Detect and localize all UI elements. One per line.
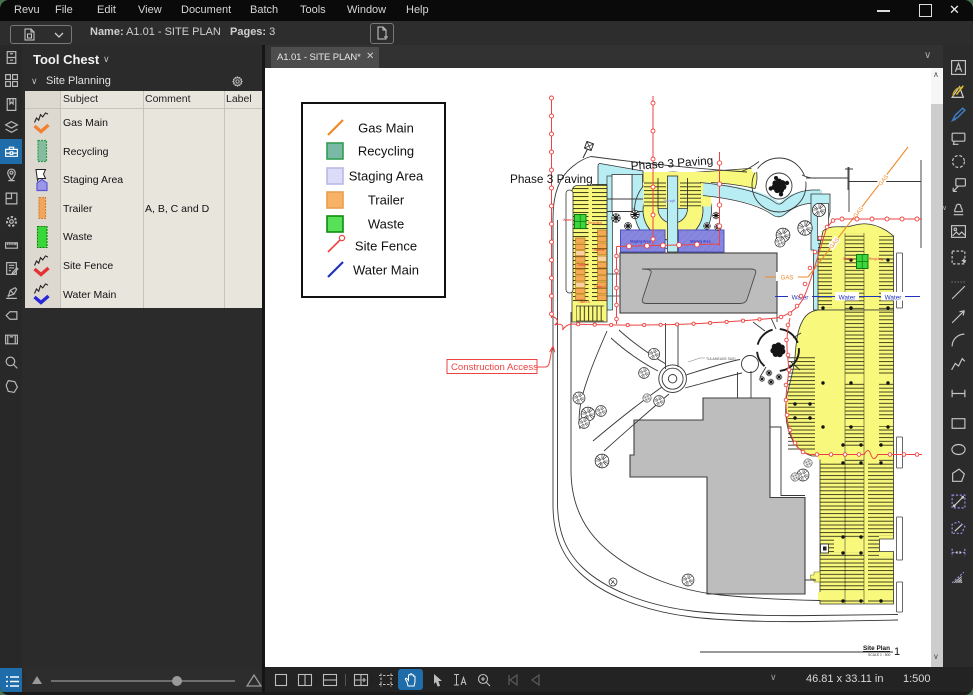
svg-text:Gas Main: Gas Main — [358, 121, 414, 136]
svg-text:258 sqft: 258 sqft — [663, 199, 675, 203]
svg-text:Water Main: Water Main — [353, 263, 419, 278]
svg-text:Trailer E: Trailer E — [577, 263, 589, 267]
svg-text:Trailer C: Trailer C — [594, 285, 607, 289]
svg-text:Trailer: Trailer — [368, 193, 405, 208]
svg-text:SCALE 1 : 500: SCALE 1 : 500 — [868, 653, 891, 657]
svg-text:Staging Area: Staging Area — [630, 240, 651, 244]
svg-text:Waste: Waste — [563, 218, 572, 222]
svg-text:TULAMEADE SAID: TULAMEADE SAID — [706, 357, 736, 361]
svg-text:Trailer B: Trailer B — [592, 248, 604, 252]
svg-text:Waste: Waste — [843, 257, 852, 261]
svg-text:Construction Access: Construction Access — [451, 362, 538, 373]
svg-text:GAS: GAS — [781, 276, 794, 282]
svg-text:Recycling: Recycling — [358, 144, 414, 159]
svg-text:Staging Area: Staging Area — [349, 169, 424, 184]
svg-text:Site Fence: Site Fence — [355, 239, 417, 254]
svg-text:Recycling: Recycling — [869, 257, 883, 261]
svg-text:Phase 3 Paving: Phase 3 Paving — [510, 172, 593, 186]
svg-text:Recycling: Recycling — [588, 221, 602, 225]
svg-text:Staging Area: Staging Area — [690, 240, 711, 244]
svg-text:Water: Water — [885, 294, 903, 301]
svg-text:Site Plan: Site Plan — [863, 645, 890, 652]
svg-text:1: 1 — [894, 646, 900, 658]
svg-text:Water: Water — [839, 294, 857, 301]
svg-text:Trailer A: Trailer A — [578, 300, 591, 304]
svg-text:Waste: Waste — [368, 217, 404, 232]
